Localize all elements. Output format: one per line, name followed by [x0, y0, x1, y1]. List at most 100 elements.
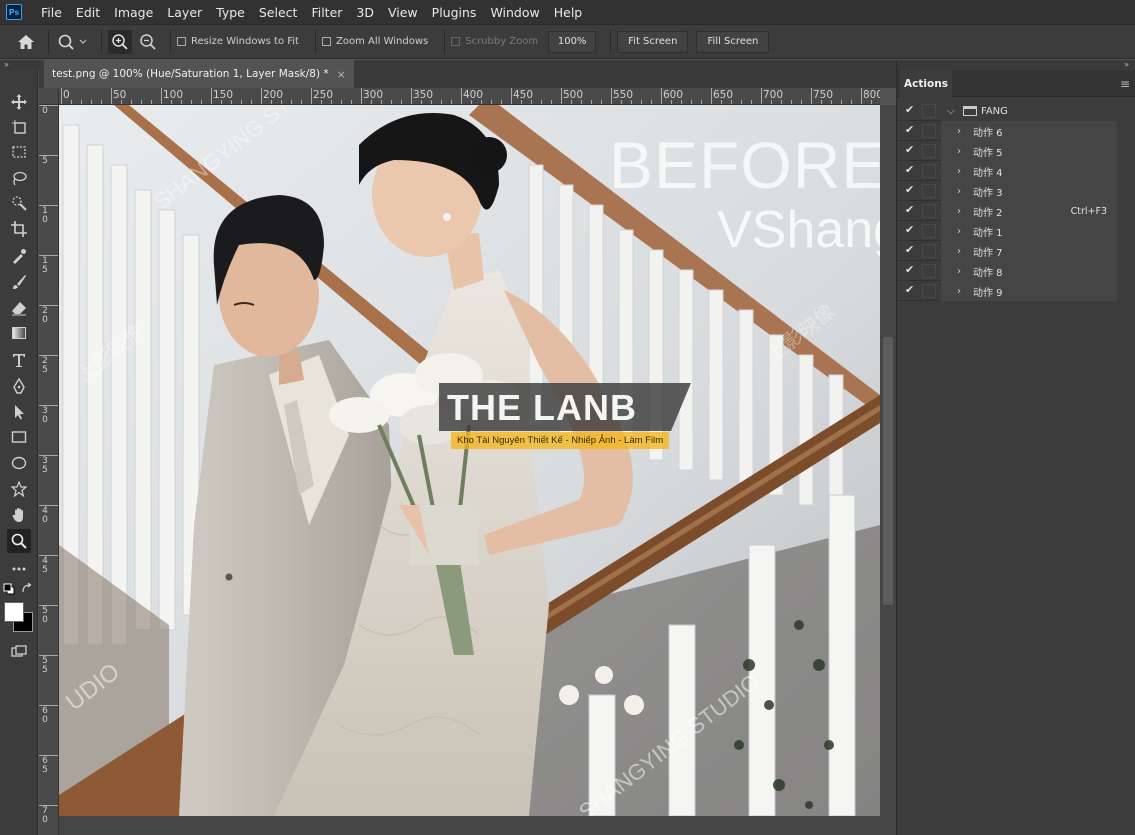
dialog-toggle-box[interactable]	[922, 224, 936, 238]
eyedropper-tool-icon[interactable]	[7, 244, 31, 268]
dialog-toggle-box[interactable]	[922, 144, 936, 158]
checkbox-box[interactable]	[177, 37, 186, 46]
panels-collapse-toggle[interactable]: »	[896, 60, 1135, 70]
custom-shape-tool-icon[interactable]	[7, 477, 31, 501]
scrollbar-thumb[interactable]	[883, 337, 893, 605]
vertical-ruler[interactable]: 0 5 1 0 1 5 2 0 2 5 3 0 3 5 4 0 4 5 5 0 5 5 6 0 6 5 7 …	[39, 105, 59, 835]
zoom-all-windows-checkbox[interactable]: Zoom All Windows	[321, 36, 428, 47]
menu-help[interactable]: Help	[547, 5, 590, 20]
action-row[interactable]: ✔ › 动作 5	[897, 141, 1117, 161]
pen-tool-icon[interactable]	[7, 374, 31, 398]
fit-screen-button[interactable]: Fit Screen	[617, 30, 689, 53]
toggle-check-icon[interactable]: ✔	[905, 124, 917, 136]
toggle-check-icon[interactable]: ✔	[905, 204, 917, 216]
tab-actions[interactable]: Actions	[900, 70, 952, 98]
menu-type[interactable]: Type	[209, 5, 252, 20]
action-row-body[interactable]: › 动作 9	[941, 281, 1117, 301]
menu-plugins[interactable]: Plugins	[425, 5, 484, 20]
type-tool-icon[interactable]	[7, 348, 31, 372]
rectangle-tool-icon[interactable]	[7, 425, 31, 449]
chevron-right-icon[interactable]: ›	[957, 226, 969, 237]
toggle-check-icon[interactable]: ✔	[905, 284, 917, 296]
dialog-toggle-box[interactable]	[922, 204, 936, 218]
chevron-right-icon[interactable]: ›	[957, 126, 969, 137]
swap-colors-icon[interactable]	[20, 582, 34, 596]
action-row[interactable]: ✔ › 动作 7	[897, 241, 1117, 261]
checkbox-box[interactable]	[321, 37, 331, 46]
toggle-check-icon[interactable]: ✔	[905, 224, 917, 236]
zoom-out-icon[interactable]	[136, 30, 160, 54]
toggle-check-icon[interactable]: ✔	[905, 144, 917, 156]
zoom-in-icon[interactable]	[108, 29, 132, 54]
lasso-tool-icon[interactable]	[7, 166, 31, 190]
home-icon[interactable]	[14, 30, 38, 54]
dialog-toggle-box[interactable]	[922, 244, 936, 258]
hand-tool-icon[interactable]	[7, 503, 31, 527]
action-row-body[interactable]: › 动作 3	[941, 181, 1117, 201]
default-colors-icon[interactable]	[2, 582, 16, 596]
menu-view[interactable]: View	[381, 5, 425, 20]
panel-menu-icon[interactable]: ≡	[1120, 77, 1130, 91]
vertical-scrollbar[interactable]	[880, 105, 896, 835]
document-tab[interactable]: test.png @ 100% (Hue/Saturation 1, Layer…	[44, 60, 354, 88]
menu-file[interactable]: File	[34, 5, 69, 20]
brush-tool-icon[interactable]	[7, 270, 31, 294]
action-row-body[interactable]: ⌵ FANG	[941, 101, 1117, 121]
action-row-body[interactable]: › 动作 7	[941, 241, 1117, 261]
action-row-body[interactable]: › 动作 4	[941, 161, 1117, 181]
dialog-toggle-box[interactable]	[922, 104, 936, 118]
menu-image[interactable]: Image	[107, 5, 160, 20]
menu-window[interactable]: Window	[483, 5, 546, 20]
action-row[interactable]: ✔ › 动作 8	[897, 261, 1117, 281]
action-row-body[interactable]: › 动作 6	[941, 121, 1117, 141]
menu-3d[interactable]: 3D	[349, 5, 381, 20]
chevron-right-icon[interactable]: ›	[957, 266, 969, 277]
chevron-right-icon[interactable]: ›	[957, 246, 969, 257]
action-row[interactable]: ✔ › 动作 6	[897, 121, 1117, 141]
horizontal-ruler[interactable]: 0 50 100 150 200 250 300 350 400 450 500 550 600 650 7…	[59, 88, 880, 105]
toggle-check-icon[interactable]: ✔	[905, 244, 917, 256]
toggle-check-icon[interactable]: ✔	[905, 184, 917, 196]
move-tool-icon[interactable]	[7, 90, 31, 114]
chevron-right-icon[interactable]: ›	[957, 146, 969, 157]
toggle-check-icon[interactable]: ✔	[905, 264, 917, 276]
chevron-right-icon[interactable]: ›	[957, 286, 969, 297]
path-selection-tool-icon[interactable]	[7, 400, 31, 424]
action-row-body[interactable]: › 动作 5	[941, 141, 1117, 161]
marquee-tool-icon[interactable]	[7, 140, 31, 164]
dialog-toggle-box[interactable]	[922, 284, 936, 298]
toggle-check-icon[interactable]: ✔	[905, 164, 917, 176]
tools-collapse-toggle[interactable]: »	[0, 60, 40, 70]
dialog-toggle-box[interactable]	[922, 264, 936, 278]
action-row[interactable]: ✔ › 动作 3	[897, 181, 1117, 201]
crop-tool-icon[interactable]	[7, 217, 31, 241]
chevron-right-icon[interactable]: ›	[957, 206, 969, 217]
action-row-body[interactable]: › 动作 1	[941, 221, 1117, 241]
dialog-toggle-box[interactable]	[922, 164, 936, 178]
resize-windows-checkbox[interactable]: Resize Windows to Fit	[177, 36, 299, 47]
dialog-toggle-box[interactable]	[922, 124, 936, 138]
action-row-body[interactable]: › 动作 8	[941, 261, 1117, 281]
zoom-tool-preset-icon[interactable]	[55, 30, 91, 54]
fill-screen-button[interactable]: Fill Screen	[696, 30, 770, 53]
chevron-right-icon[interactable]: ›	[957, 166, 969, 177]
action-row[interactable]: ✔ › 动作 4	[897, 161, 1117, 181]
screen-mode-icon[interactable]	[7, 640, 31, 664]
action-row[interactable]: ✔ › 动作 9	[897, 281, 1117, 301]
chevron-down-icon[interactable]: ⌵	[947, 106, 959, 117]
more-tools-icon[interactable]	[7, 557, 31, 581]
eraser-tool-icon[interactable]	[7, 296, 31, 320]
zoom-percentage-field[interactable]: 100%	[548, 30, 597, 53]
artboard-tool-icon[interactable]	[7, 115, 31, 139]
ruler-origin[interactable]	[39, 88, 59, 105]
document-canvas[interactable]: BEFORE VShang SHANGYING STUDIO 上影映像 上影映像…	[59, 105, 880, 816]
action-row[interactable]: ✔ › 动作 1	[897, 221, 1117, 241]
foreground-color-swatch[interactable]	[4, 602, 24, 622]
close-icon[interactable]: ×	[337, 68, 346, 81]
toggle-check-icon[interactable]: ✔	[905, 104, 917, 116]
gradient-tool-icon[interactable]	[7, 321, 31, 345]
zoom-tool-icon[interactable]	[7, 529, 31, 553]
quick-selection-tool-icon[interactable]	[7, 191, 31, 215]
menu-layer[interactable]: Layer	[160, 5, 209, 20]
menu-edit[interactable]: Edit	[69, 5, 107, 20]
